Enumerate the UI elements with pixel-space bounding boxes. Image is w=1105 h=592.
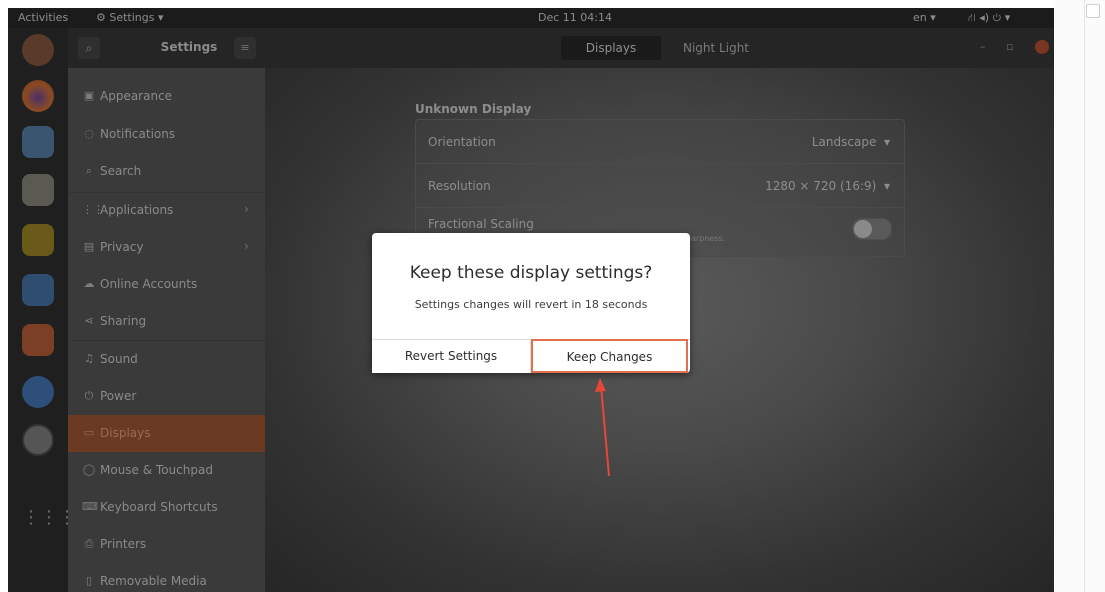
settings-sidebar: ▣ Appearance ◌ Notifications ⌕ Search ⋮⋮…	[68, 68, 265, 592]
sidebar-item-label: Displays	[100, 426, 151, 440]
orientation-row[interactable]: Orientation Landscape ▾	[416, 120, 904, 164]
menu-icon: ≡	[240, 41, 250, 54]
sidebar-item-label: Removable Media	[100, 574, 207, 588]
music-note-icon: ♫	[84, 352, 94, 365]
writer-icon[interactable]	[22, 274, 54, 306]
fractional-scaling-label: Fractional Scaling	[428, 217, 534, 231]
dialog-heading: Keep these display settings?	[409, 263, 653, 283]
hamburger-menu-button[interactable]: ≡	[234, 37, 256, 59]
sidebar-item-displays[interactable]: ▭ Displays	[68, 415, 265, 452]
sidebar-item-search[interactable]: ⌕ Search	[68, 153, 265, 190]
activities-button[interactable]: Activities	[18, 11, 68, 24]
search-icon: ⌕	[85, 164, 93, 177]
page-margin	[1054, 0, 1105, 592]
sidebar-item-applications[interactable]: ⋮⋮ Applications ›	[68, 192, 265, 229]
mouse-icon: ◯	[82, 463, 96, 476]
settings-gear-icon: ⚙	[96, 11, 110, 24]
notifications-icon: ◌	[84, 127, 94, 140]
fractional-scaling-description: harpness.	[686, 234, 726, 243]
sidebar-item-sound[interactable]: ♫ Sound	[68, 341, 265, 378]
window-header: ⌕ Settings ≡ Displays Night Light – ▫	[68, 28, 1054, 68]
settings-app-icon[interactable]	[22, 424, 54, 456]
orientation-value: Landscape	[811, 135, 877, 149]
tab-displays[interactable]: Displays	[561, 36, 661, 60]
sidebar-item-printers[interactable]: ⎙ Printers	[68, 526, 265, 563]
sidebar-item-label: Appearance	[100, 89, 173, 103]
ubuntu-logo-icon[interactable]	[22, 34, 54, 66]
software-center-icon[interactable]	[22, 324, 54, 356]
scrollbar-track[interactable]	[1084, 0, 1085, 592]
sidebar-item-label: Sound	[100, 352, 138, 366]
resolution-row[interactable]: Resolution 1280 × 720 (16:9) ▾	[416, 164, 904, 208]
sidebar-item-label: Privacy	[100, 240, 144, 254]
sidebar-item-sharing[interactable]: ⋖ Sharing	[68, 303, 265, 340]
power-icon: ⏻	[84, 389, 94, 402]
thunderbird-icon[interactable]	[22, 126, 54, 158]
cloud-icon: ☁	[83, 277, 95, 290]
show-applications-icon[interactable]: ⋮⋮⋮	[22, 502, 76, 534]
sidebar-item-label: Online Accounts	[100, 277, 198, 291]
sidebar-item-privacy[interactable]: ▤ Privacy ›	[68, 229, 265, 266]
sidebar-item-label: Mouse & Touchpad	[100, 463, 213, 477]
top-bar: Activities ⚙ Settings ▾ Dec 11 04:14 en …	[8, 8, 1054, 28]
app-menu-label: Settings ▾	[109, 11, 164, 24]
removable-media-icon: ▯	[85, 574, 93, 587]
desktop-screen: Activities ⚙ Settings ▾ Dec 11 04:14 en …	[8, 8, 1054, 592]
sidebar-item-label: Power	[100, 389, 137, 403]
app-menu[interactable]: ⚙ Settings ▾	[96, 11, 164, 24]
privacy-icon: ▤	[83, 240, 95, 253]
sidebar-item-appearance[interactable]: ▣ Appearance	[68, 78, 265, 115]
files-icon[interactable]	[22, 174, 54, 206]
resolution-value: 1280 × 720 (16:9)	[765, 179, 877, 193]
orientation-label: Orientation	[428, 135, 496, 149]
system-status-icons[interactable]: ⛙ ◂) ⏻ ▾	[968, 11, 1010, 26]
keyboard-icon: ⌨	[82, 500, 98, 513]
resolution-label: Resolution	[428, 179, 491, 193]
chevron-right-icon: ›	[244, 202, 249, 216]
sidebar-item-label: Sharing	[100, 314, 147, 328]
chevron-down-icon: ▾	[883, 135, 890, 149]
search-icon: ⌕	[85, 41, 93, 55]
sidebar-item-online-accounts[interactable]: ☁ Online Accounts	[68, 266, 265, 303]
tab-night-light[interactable]: Night Light	[666, 36, 766, 60]
dialog-message: Settings changes will revert in 18 secon…	[414, 298, 648, 311]
applications-icon: ⋮⋮	[82, 203, 104, 216]
close-button[interactable]	[1035, 40, 1049, 54]
sidebar-item-mouse-touchpad[interactable]: ◯ Mouse & Touchpad	[68, 452, 265, 489]
sidebar-item-removable-media[interactable]: ▯ Removable Media	[68, 563, 265, 592]
sidebar-item-label: Search	[100, 164, 142, 178]
resolution-dropdown[interactable]: 1280 × 720 (16:9) ▾	[765, 179, 890, 193]
sidebar-item-label: Keyboard Shortcuts	[100, 500, 218, 514]
sidebar-item-label: Printers	[100, 537, 147, 551]
orientation-dropdown[interactable]: Landscape ▾	[812, 135, 890, 149]
sidebar-item-label: Applications	[100, 203, 174, 217]
chevron-down-icon: ▾	[883, 179, 890, 193]
share-icon: ⋖	[84, 314, 94, 327]
sidebar-item-power[interactable]: ⏻ Power	[68, 378, 265, 415]
revert-settings-button[interactable]: Revert Settings	[372, 340, 531, 373]
header-search-button[interactable]: ⌕	[78, 37, 100, 59]
sidebar-item-label: Notifications	[100, 127, 176, 141]
corner-checkbox[interactable]	[1086, 4, 1100, 18]
rhythmbox-icon[interactable]	[22, 224, 54, 256]
appearance-icon: ▣	[83, 89, 95, 102]
printer-icon: ⎙	[84, 537, 94, 550]
fractional-scaling-toggle[interactable]	[852, 218, 892, 240]
sidebar-item-notifications[interactable]: ◌ Notifications	[68, 116, 265, 153]
language-indicator[interactable]: en ▾	[913, 11, 936, 24]
firefox-icon[interactable]	[22, 80, 54, 112]
display-icon: ▭	[83, 426, 95, 439]
chevron-right-icon: ›	[244, 239, 249, 253]
sidebar-item-keyboard-shortcuts[interactable]: ⌨ Keyboard Shortcuts	[68, 489, 265, 526]
maximize-button[interactable]: ▫	[1006, 40, 1013, 53]
keep-settings-dialog: Keep these display settings? Settings ch…	[372, 233, 690, 373]
keep-changes-button[interactable]: Keep Changes	[531, 339, 688, 373]
display-name-heading: Unknown Display	[415, 102, 532, 116]
clock[interactable]: Dec 11 04:14	[538, 11, 612, 24]
help-icon[interactable]	[22, 376, 54, 408]
toggle-knob	[854, 220, 872, 238]
minimize-button[interactable]: –	[980, 40, 986, 53]
dock: ⋮⋮⋮	[8, 28, 76, 592]
